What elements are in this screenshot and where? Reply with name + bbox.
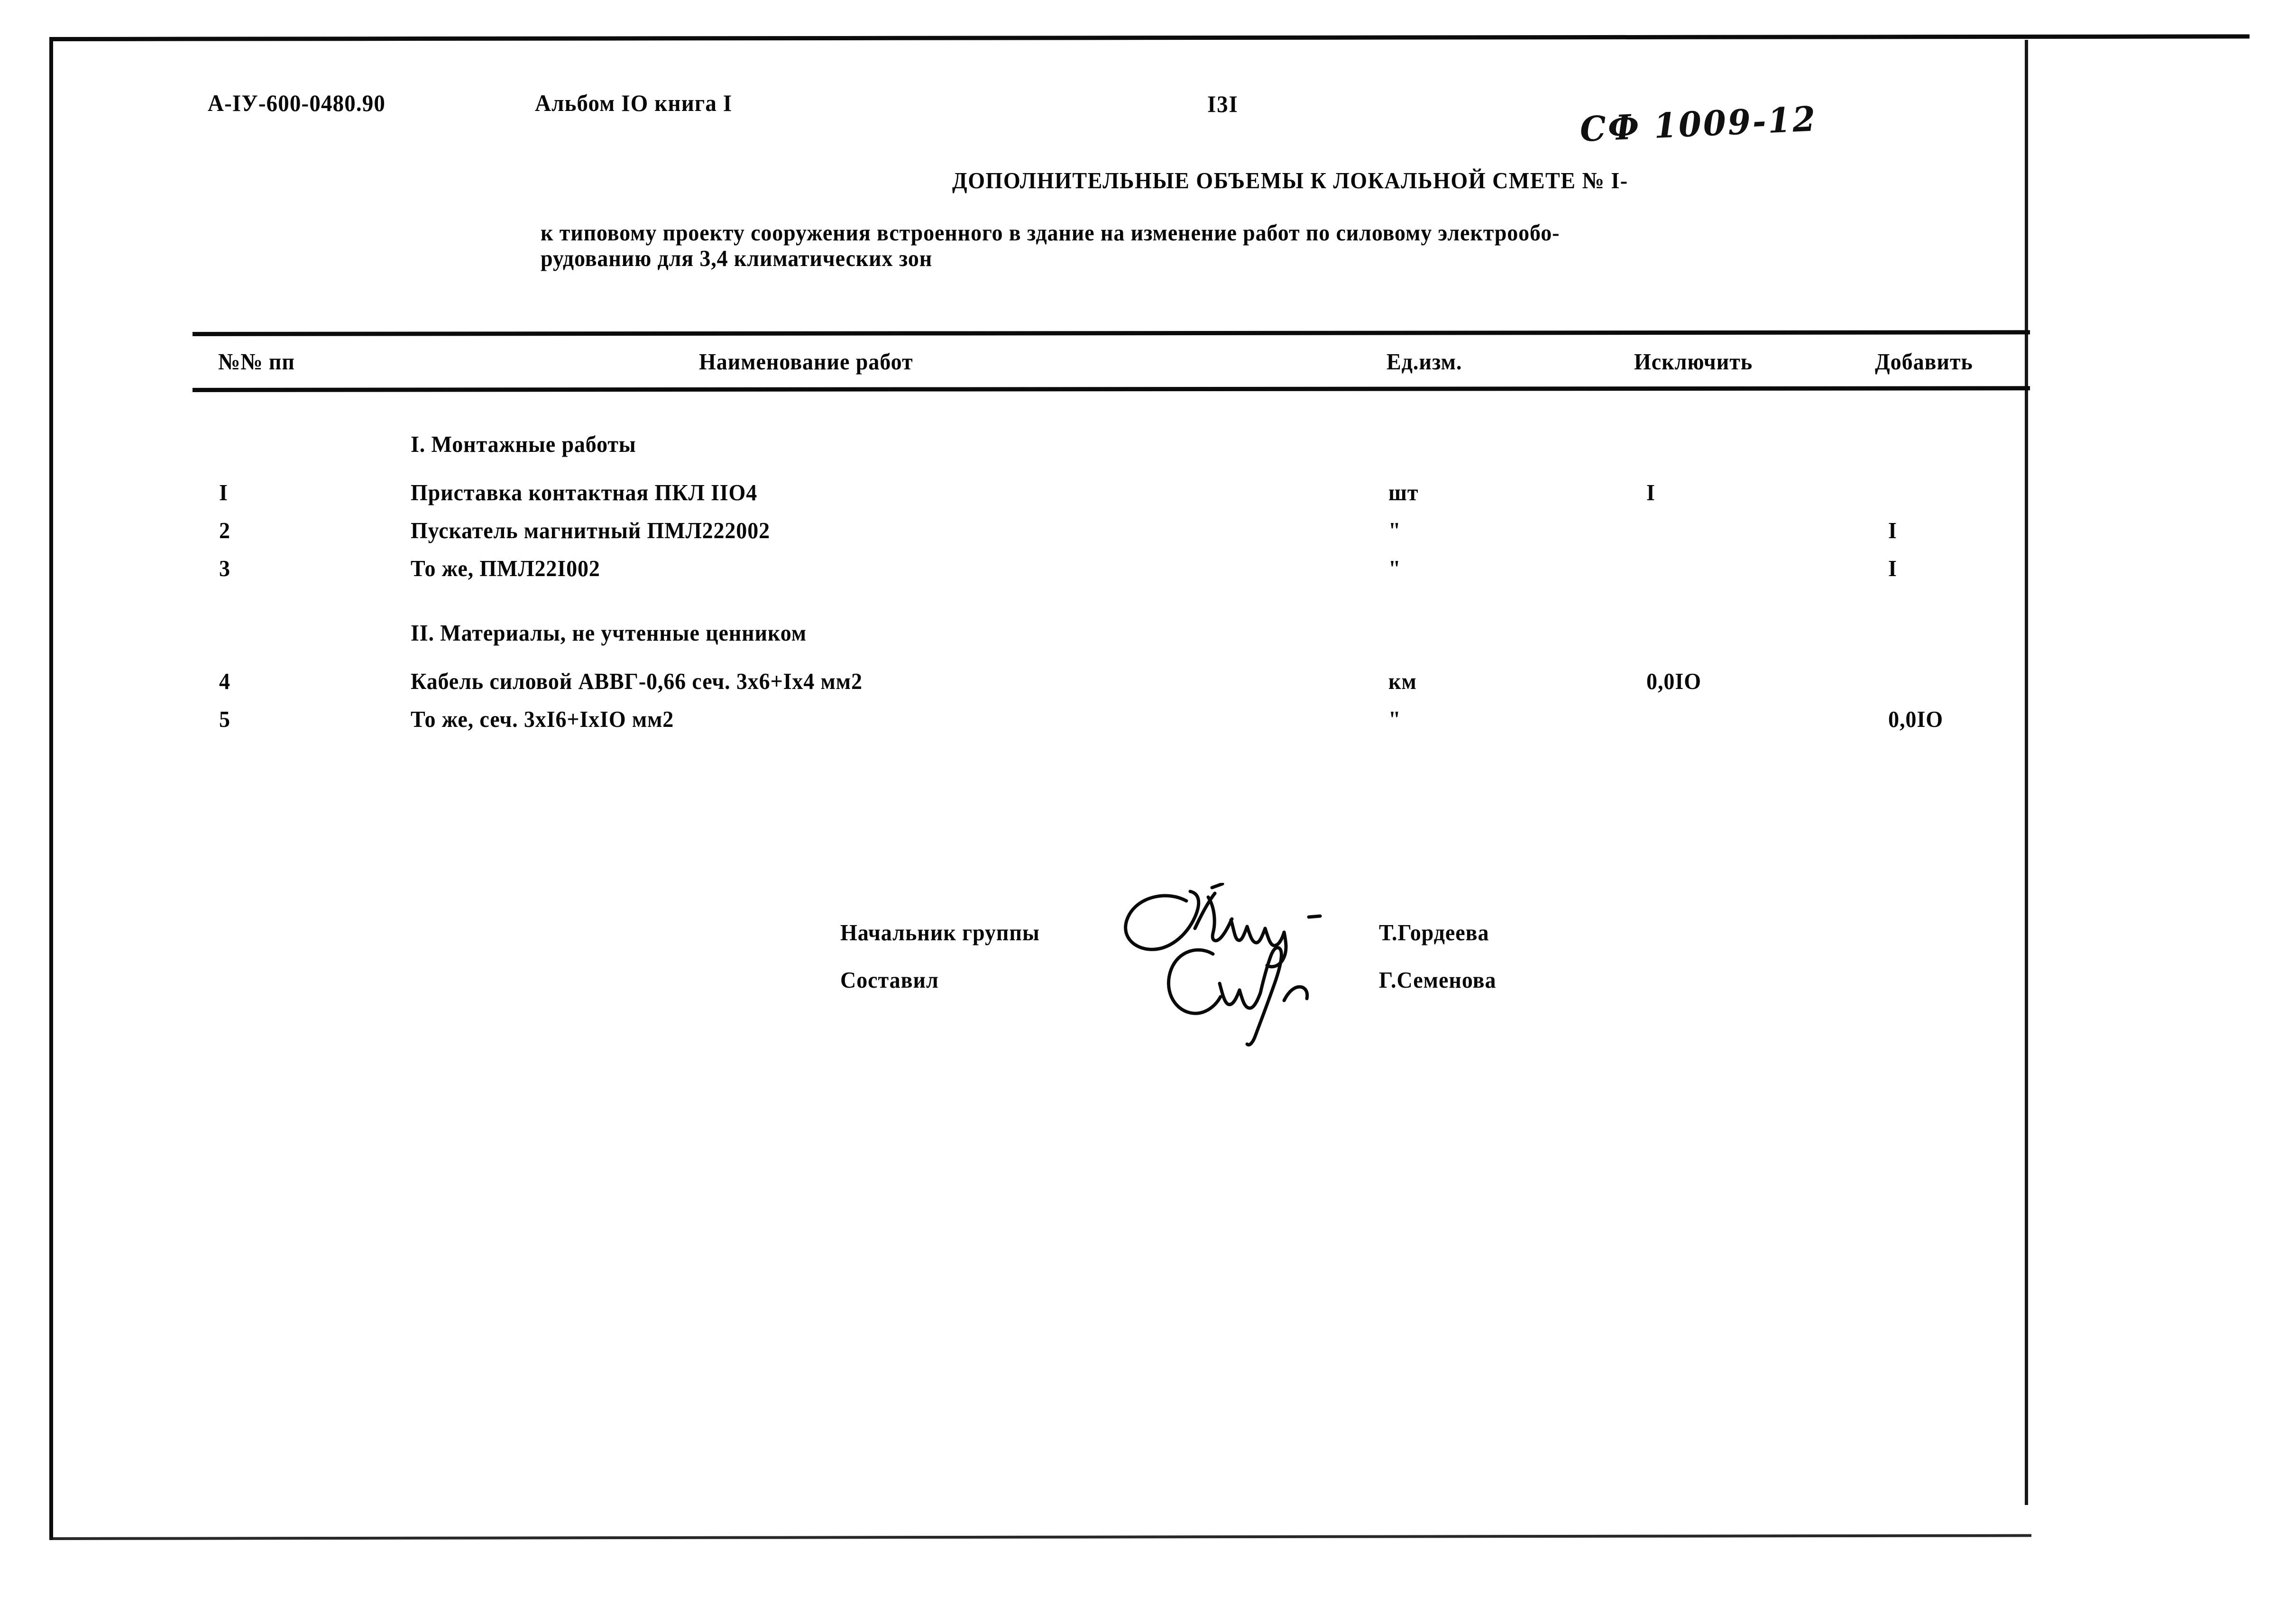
table-row: I bbox=[1888, 555, 1897, 581]
table-row: I bbox=[1646, 479, 1655, 505]
table-row: шт bbox=[1388, 479, 1419, 505]
column-header-exclude: Исключить bbox=[1634, 349, 1753, 375]
handwritten-signature-semenova bbox=[1166, 946, 1309, 1046]
handwritten-annotation: СФ 1009-12 bbox=[1579, 98, 1818, 149]
section-heading-materialy: II. Материалы, не учтенные ценником bbox=[411, 620, 807, 646]
album-book-label: Альбом IO книга I bbox=[535, 90, 733, 116]
column-header-name: Наименование работ bbox=[699, 349, 913, 375]
signature-role-nachalnik-gruppy: Начальник группы bbox=[840, 919, 1040, 945]
table-row: 0,0IO bbox=[1888, 706, 1944, 732]
column-header-unit: Ед.изм. bbox=[1387, 349, 1462, 375]
document-code: А-IУ-600-0480.90 bbox=[208, 90, 386, 116]
table-row: I bbox=[1888, 517, 1897, 543]
table-row: То же, ПМЛ22I002 bbox=[411, 555, 600, 581]
table-row: I bbox=[219, 479, 228, 505]
section-heading-montazhnye-raboty: I. Монтажные работы bbox=[411, 431, 636, 457]
page-border-right bbox=[2025, 40, 2028, 1505]
table-row: То же, сеч. 3xI6+IxIO мм2 bbox=[411, 706, 674, 732]
table-row: Кабель силовой АВВГ-0,66 сеч. 3x6+Ix4 мм… bbox=[411, 668, 863, 694]
table-row: " bbox=[1388, 706, 1401, 732]
table-row: 2 bbox=[219, 517, 230, 543]
table-row: 3 bbox=[219, 555, 230, 581]
signature-name-semenova: Г.Семенова bbox=[1379, 967, 1497, 993]
table-row: Пускатель магнитный ПМЛ222002 bbox=[411, 517, 770, 543]
document-page: А-IУ-600-0480.90 Альбом IO книга I I3I С… bbox=[0, 0, 2296, 1624]
column-header-number: №№ пп bbox=[218, 349, 295, 375]
page-border-left bbox=[49, 37, 53, 1540]
table-rule-bottom bbox=[192, 386, 2030, 392]
table-row: " bbox=[1388, 517, 1401, 543]
table-row: Приставка контактная ПКЛ IIO4 bbox=[411, 479, 758, 505]
signature-role-sostavil: Составил bbox=[840, 967, 939, 993]
signature-name-gordeeva: Т.Гордеева bbox=[1379, 919, 1489, 945]
page-border-top bbox=[49, 34, 2250, 41]
page-title: ДОПОЛНИТЕЛЬНЫЕ ОБЪЕМЫ К ЛОКАЛЬНОЙ СМЕТЕ … bbox=[952, 167, 1628, 193]
column-header-add: Добавить bbox=[1875, 349, 1973, 375]
page-number: I3I bbox=[1207, 91, 1239, 117]
table-row: км bbox=[1388, 668, 1417, 694]
table-row: 5 bbox=[219, 706, 230, 732]
subtitle-line-2: рудованию для 3,4 климатических зон bbox=[541, 245, 933, 271]
page-border-bottom bbox=[49, 1534, 2031, 1540]
table-row: 0,0IO bbox=[1646, 668, 1702, 694]
table-rule-top bbox=[192, 330, 2030, 336]
table-row: 4 bbox=[219, 668, 230, 694]
subtitle-line-1: к типовому проекту сооружения встроенног… bbox=[541, 220, 1560, 246]
table-row: " bbox=[1388, 555, 1401, 581]
